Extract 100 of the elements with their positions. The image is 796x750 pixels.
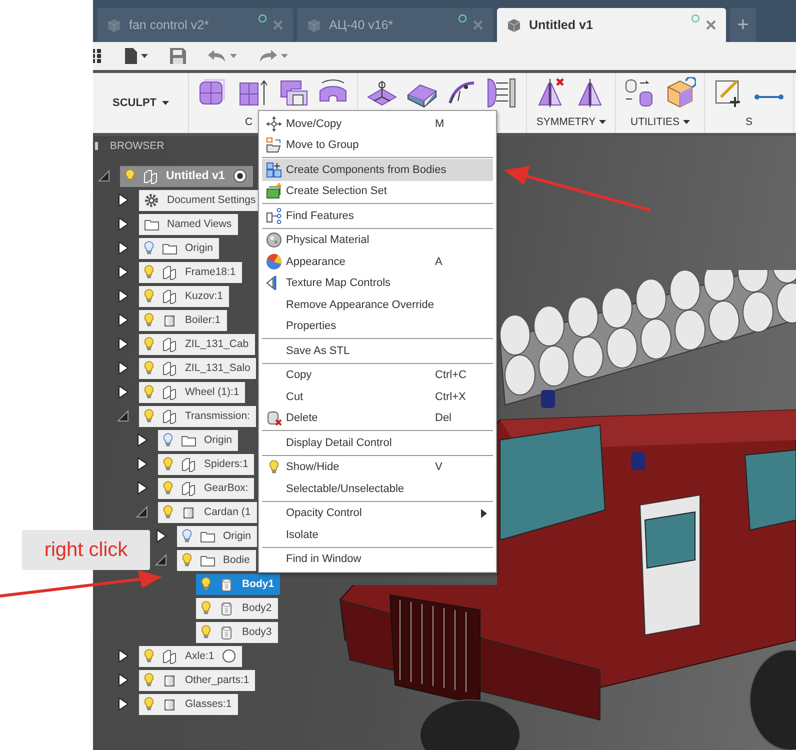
expanded-triangle-icon[interactable] xyxy=(116,409,130,423)
lightbulb-icon[interactable] xyxy=(144,241,154,255)
tree-item[interactable]: Other_parts:1 xyxy=(139,670,256,690)
menu-item[interactable]: Delete Del xyxy=(262,408,493,429)
tree-item[interactable]: ZIL_131_Cab xyxy=(139,334,255,354)
menu-item[interactable]: Save As STL xyxy=(262,340,493,362)
lightbulb-icon[interactable] xyxy=(144,697,154,711)
body-icon xyxy=(219,576,234,592)
expanded-triangle-icon[interactable] xyxy=(97,169,111,183)
tree-item[interactable]: Spiders:1 xyxy=(158,454,254,474)
menu-item[interactable]: Find in Window xyxy=(262,548,493,570)
collapsed-triangle-icon[interactable] xyxy=(116,193,130,207)
tree-item[interactable]: Origin xyxy=(158,430,238,450)
lightbulb-icon[interactable] xyxy=(201,601,211,615)
collapsed-triangle-icon[interactable] xyxy=(116,385,130,399)
lightbulb-icon[interactable] xyxy=(144,673,154,687)
tree-item[interactable]: Body3 xyxy=(196,622,278,642)
lightbulb-icon[interactable] xyxy=(144,409,154,423)
menu-item[interactable]: Cut Ctrl+X xyxy=(262,386,493,408)
group-label[interactable]: UTILITIES xyxy=(630,115,690,129)
workspace-dropdown[interactable]: SCULPT xyxy=(93,73,189,133)
group-label[interactable]: C xyxy=(245,115,253,129)
lightbulb-icon[interactable] xyxy=(144,265,154,279)
tree-item[interactable]: Frame18:1 xyxy=(139,262,242,282)
app-grid-icon[interactable] xyxy=(93,49,103,63)
tree-item[interactable]: Kuzov:1 xyxy=(139,286,229,306)
tree-item[interactable]: Cardan (1 xyxy=(158,502,257,522)
collapsed-triangle-icon[interactable] xyxy=(116,289,130,303)
lightbulb-icon[interactable] xyxy=(182,529,192,543)
collapsed-triangle-icon[interactable] xyxy=(135,481,149,495)
tree-item[interactable]: Origin xyxy=(177,526,258,546)
collapsed-triangle-icon[interactable] xyxy=(116,337,130,351)
close-icon[interactable] xyxy=(706,20,716,30)
tree-item[interactable]: GearBox: xyxy=(158,478,254,498)
lightbulb-icon[interactable] xyxy=(201,577,211,591)
part-icon xyxy=(162,672,177,688)
tree-item[interactable]: ZIL_131_Salo xyxy=(139,358,256,378)
tree-item[interactable]: Body1 xyxy=(196,574,280,594)
expanded-triangle-icon[interactable] xyxy=(135,505,149,519)
tree-item[interactable]: Wheel (1):1 xyxy=(139,382,246,402)
tree-item[interactable]: Body2 xyxy=(196,598,278,618)
tree-item[interactable]: Named Views xyxy=(139,214,238,234)
tree-item[interactable]: Boiler:1 xyxy=(139,310,227,330)
collapsed-triangle-icon[interactable] xyxy=(154,529,168,543)
group-label[interactable]: SYMMETRY xyxy=(536,115,606,129)
lightbulb-icon[interactable] xyxy=(163,457,173,471)
document-tab[interactable]: Untitled v1 xyxy=(497,8,726,42)
collapsed-triangle-icon[interactable] xyxy=(116,265,130,279)
menu-item[interactable]: Physical Material xyxy=(262,230,493,251)
active-radio-icon[interactable] xyxy=(232,169,247,183)
menu-item[interactable]: Create Selection Set xyxy=(262,180,493,202)
collapsed-triangle-icon[interactable] xyxy=(116,217,130,231)
tree-item[interactable]: Glasses:1 xyxy=(139,694,238,714)
menu-item[interactable]: Display Detail Control xyxy=(262,432,493,454)
collapsed-triangle-icon[interactable] xyxy=(116,673,130,687)
save-icon[interactable] xyxy=(170,48,186,64)
menu-item[interactable]: Create Components from Bodies xyxy=(262,159,493,180)
collapsed-triangle-icon[interactable] xyxy=(116,649,130,663)
lightbulb-icon[interactable] xyxy=(144,361,154,375)
file-icon[interactable] xyxy=(125,48,137,64)
menu-item[interactable]: Selectable/Unselectable xyxy=(262,478,493,500)
menu-item[interactable]: Move/Copy M xyxy=(262,113,493,134)
collapsed-triangle-icon[interactable] xyxy=(135,457,149,471)
group-label[interactable]: S xyxy=(745,115,752,129)
tree-item[interactable]: Origin xyxy=(139,238,220,258)
menu-item[interactable]: Appearance A xyxy=(262,251,493,272)
menu-item[interactable]: Copy Ctrl+C xyxy=(262,364,493,386)
redo-icon[interactable] xyxy=(259,50,277,62)
collapsed-triangle-icon[interactable] xyxy=(135,433,149,447)
tree-item[interactable]: Bodie xyxy=(177,550,256,570)
lightbulb-icon[interactable] xyxy=(144,289,154,303)
bar-arrows-icon[interactable] xyxy=(486,77,518,109)
menu-item[interactable]: Isolate xyxy=(262,524,493,546)
menu-item[interactable]: Properties xyxy=(262,316,493,337)
lightbulb-icon[interactable] xyxy=(144,313,154,327)
lightbulb-icon[interactable] xyxy=(144,649,154,663)
menu-item[interactable]: Show/Hide V xyxy=(262,456,493,478)
collapsed-triangle-icon[interactable] xyxy=(116,241,130,255)
menu-item[interactable]: Opacity Control xyxy=(262,502,493,524)
collapse-handle-icon[interactable] xyxy=(95,142,98,150)
lightbulb-icon[interactable] xyxy=(163,433,173,447)
collapsed-triangle-icon[interactable] xyxy=(116,361,130,375)
lightbulb-icon[interactable] xyxy=(144,385,154,399)
lightbulb-icon[interactable] xyxy=(144,337,154,351)
lightbulb-icon[interactable] xyxy=(163,505,173,519)
menu-item[interactable]: Move to Group xyxy=(262,134,493,156)
menu-item[interactable]: Texture Map Controls xyxy=(262,272,493,294)
expanded-triangle-icon[interactable] xyxy=(154,553,168,567)
menu-item[interactable]: Remove Appearance Override xyxy=(262,294,493,316)
collapsed-triangle-icon[interactable] xyxy=(116,313,130,327)
tree-item[interactable]: Transmission: xyxy=(139,406,256,426)
tree-item[interactable]: Axle:1 xyxy=(139,646,242,666)
component-icon xyxy=(181,480,196,496)
undo-icon[interactable] xyxy=(208,50,226,62)
lightbulb-icon[interactable] xyxy=(163,481,173,495)
lightbulb-icon[interactable] xyxy=(182,553,192,567)
collapsed-triangle-icon[interactable] xyxy=(116,697,130,711)
lightbulb-icon[interactable] xyxy=(201,625,211,639)
components-icon xyxy=(266,162,282,178)
menu-item[interactable]: Find Features xyxy=(262,205,493,226)
